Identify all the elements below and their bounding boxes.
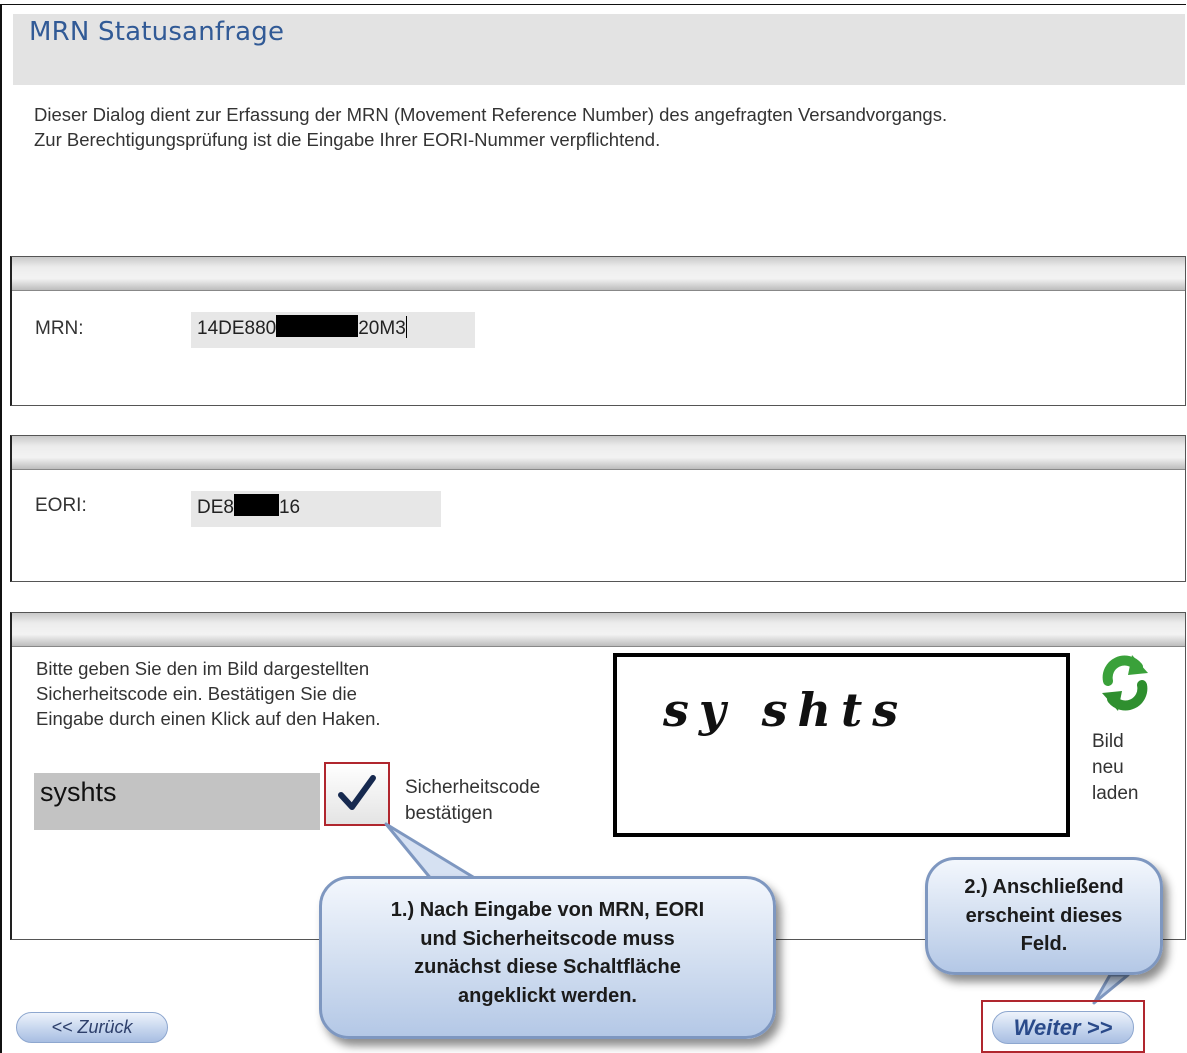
callout-line: 2.) Anschließend <box>964 876 1124 898</box>
instruction-callout-1: 1.) Nach Eingabe von MRN, EORI und Siche… <box>319 876 776 1039</box>
callout-line: 1.) Nach Eingabe von MRN, EORI <box>390 899 705 921</box>
back-button[interactable]: << Zurück <box>16 1012 168 1043</box>
callout-line: zunächst diese Schaltfläche <box>414 956 681 978</box>
callout-line: angeklickt werden. <box>458 984 637 1007</box>
next-button[interactable]: Weiter >> <box>992 1011 1134 1044</box>
callout-line: und Sicherheitscode muss <box>420 927 675 950</box>
callout-line: Feld. <box>1020 933 1068 955</box>
instruction-callout-2: 2.) Anschließend erscheint dieses Feld. <box>925 857 1163 975</box>
callout-line: erscheint dieses <box>965 904 1123 927</box>
